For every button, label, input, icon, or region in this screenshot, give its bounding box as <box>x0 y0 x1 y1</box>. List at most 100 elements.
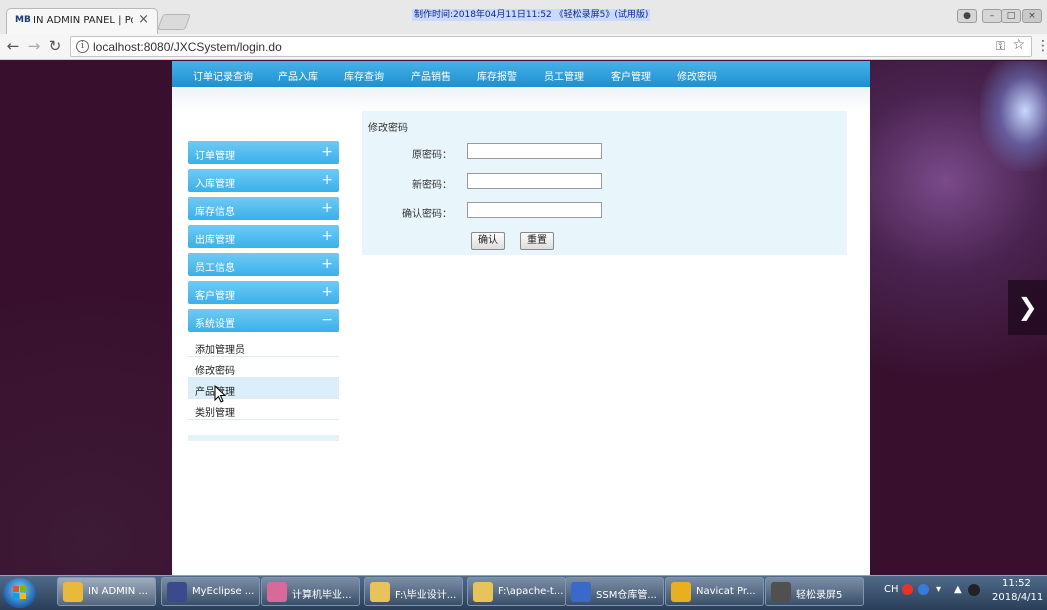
taskbar-task-button[interactable]: SSM仓库管... <box>565 577 664 606</box>
tab-title: IN ADMIN PANEL | Po <box>33 15 133 26</box>
topnav-product-inbound[interactable]: 产品入库 <box>278 68 318 83</box>
taskbar-task-label: F:\毕业设计... <box>395 590 457 601</box>
taskbar-task-button[interactable]: IN ADMIN ... <box>57 577 156 606</box>
sidebar-group-label: 订单管理 <box>195 151 235 162</box>
topnav-stock-alarm[interactable]: 库存报警 <box>477 68 517 83</box>
sidebar-group-label: 入库管理 <box>195 179 235 190</box>
topnav-product-sales[interactable]: 产品销售 <box>411 68 451 83</box>
sidebar-item-label: 类别管理 <box>195 408 235 419</box>
new-password-label: 新密码： <box>412 180 452 191</box>
kebab-menu-icon[interactable]: ⋮ <box>1036 38 1047 54</box>
reload-icon[interactable]: ↻ <box>46 37 64 55</box>
topnav-order-records[interactable]: 订单记录查询 <box>193 68 253 83</box>
taskbar-task-button[interactable]: F:\毕业设计... <box>364 577 463 606</box>
header-subband <box>172 87 870 113</box>
old-password-label: 原密码： <box>412 150 452 161</box>
confirm-button[interactable]: 确认 <box>471 232 505 250</box>
expand-plus-icon[interactable]: + <box>321 172 333 188</box>
expand-plus-icon[interactable]: + <box>321 284 333 300</box>
sidebar-group-stock[interactable]: 库存信息 + <box>188 197 339 220</box>
key-icon[interactable]: ⚿ <box>996 39 1005 54</box>
tab-close-icon[interactable]: × <box>138 12 149 27</box>
topnav-customer-manage[interactable]: 客户管理 <box>611 68 651 83</box>
sidebar-group-orders[interactable]: 订单管理 + <box>188 141 339 164</box>
confirm-password-field[interactable] <box>467 202 602 218</box>
qq-icon[interactable] <box>968 584 980 596</box>
sidebar-item-category-manage[interactable]: 类别管理 <box>188 399 339 420</box>
minimize-button[interactable]: – <box>982 9 1002 23</box>
sidebar-group-label: 系统设置 <box>195 319 235 330</box>
expand-plus-icon[interactable]: + <box>321 144 333 160</box>
browser-tabstrip: MB IN ADMIN PANEL | Po × 制作时间:2018年04月11… <box>0 0 1047 34</box>
sidebar-item-label: 修改密码 <box>195 366 235 377</box>
myeclipse-icon <box>167 582 187 602</box>
taskbar-task-label: 计算机毕业... <box>292 590 352 601</box>
old-password-field[interactable] <box>467 143 602 159</box>
sidebar-group-staff[interactable]: 员工信息 + <box>188 253 339 276</box>
sidebar-group-label: 出库管理 <box>195 235 235 246</box>
sidebar-group-inbound[interactable]: 入库管理 + <box>188 169 339 192</box>
taskbar-task-label: F:\apache-t... <box>498 586 564 597</box>
taskbar-task-button[interactable]: 计算机毕业... <box>261 577 360 606</box>
star-icon[interactable]: ☆ <box>1012 37 1025 53</box>
browser-tab[interactable]: MB IN ADMIN PANEL | Po × <box>6 8 158 34</box>
info-icon[interactable]: i <box>76 40 89 53</box>
new-tab-button[interactable] <box>157 14 191 30</box>
clock-date[interactable]: 2018/4/11 <box>992 592 1043 603</box>
page-viewport: 订单记录查询 产品入库 库存查询 产品销售 库存报警 员工管理 客户管理 修改密… <box>0 61 1047 575</box>
clock-time[interactable]: 11:52 <box>1002 578 1031 589</box>
confirm-password-label: 确认密码： <box>402 209 452 220</box>
user-profile-icon[interactable]: ● <box>957 9 977 23</box>
top-navigation: 订单记录查询 产品入库 库存查询 产品销售 库存报警 员工管理 客户管理 修改密… <box>172 61 870 87</box>
sidebar-group-label: 客户管理 <box>195 291 235 302</box>
taskbar-task-button[interactable]: 轻松录屏5 <box>765 577 864 606</box>
topnav-stock-query[interactable]: 库存查询 <box>344 68 384 83</box>
sidebar-item-add-admin[interactable]: 添加管理员 <box>188 336 339 357</box>
folder-icon <box>370 582 390 602</box>
chrome-icon <box>63 582 83 602</box>
maximize-button[interactable]: □ <box>1001 9 1021 23</box>
topnav-change-password[interactable]: 修改密码 <box>677 68 717 83</box>
forward-arrow-icon[interactable]: → <box>25 37 43 55</box>
url-text: localhost:8080/JXCSystem/login.do <box>93 40 282 54</box>
change-password-form: 修改密码 原密码： 新密码： 确认密码： 确认 重置 <box>362 111 847 255</box>
browser-toolbar: ← → ↻ i localhost:8080/JXCSystem/login.d… <box>0 34 1047 60</box>
sidebar-group-settings[interactable]: 系统设置 − <box>188 309 339 332</box>
expand-plus-icon[interactable]: + <box>321 228 333 244</box>
taskbar-task-label: 轻松录屏5 <box>796 590 843 601</box>
taskbar-task-button[interactable]: Navicat Pr... <box>665 577 764 606</box>
sidebar-item-label: 添加管理员 <box>195 345 245 356</box>
background-glow <box>980 61 1047 171</box>
sidebar-item-product-manage[interactable]: 产品管理 <box>188 378 339 399</box>
collapse-minus-icon[interactable]: − <box>321 312 333 328</box>
sogou-icon[interactable] <box>902 584 913 595</box>
reset-button[interactable]: 重置 <box>520 232 554 250</box>
tray-expand-icon[interactable]: ▲ <box>954 584 962 595</box>
network-icon[interactable]: ▾ <box>936 584 941 595</box>
folder-icon <box>473 582 493 602</box>
taskbar-task-label: Navicat Pr... <box>696 586 756 597</box>
taskbar-task-label: IN ADMIN ... <box>88 586 148 597</box>
word-document-icon <box>571 582 591 602</box>
sidebar-item-change-password[interactable]: 修改密码 <box>188 357 339 378</box>
address-bar[interactable]: i localhost:8080/JXCSystem/login.do ⚿ ☆ <box>70 36 1032 57</box>
close-window-button[interactable]: × <box>1022 9 1042 23</box>
sidebar-group-customers[interactable]: 客户管理 + <box>188 281 339 304</box>
ime-indicator[interactable]: CH <box>884 584 899 595</box>
sidebar-group-label: 员工信息 <box>195 263 235 274</box>
new-password-field[interactable] <box>467 173 602 189</box>
screen-recorder-icon <box>771 582 791 602</box>
sidebar-group-label: 库存信息 <box>195 207 235 218</box>
taskbar-task-button[interactable]: MyEclipse ... <box>161 577 260 606</box>
topnav-staff-manage[interactable]: 员工管理 <box>544 68 584 83</box>
help-icon[interactable] <box>918 584 929 595</box>
windows-logo-icon <box>13 586 26 599</box>
chevron-right-icon[interactable]: ❯ <box>1008 280 1047 335</box>
back-arrow-icon[interactable]: ← <box>4 37 22 55</box>
taskbar-task-button[interactable]: F:\apache-t... <box>467 577 566 606</box>
expand-plus-icon[interactable]: + <box>321 200 333 216</box>
expand-plus-icon[interactable]: + <box>321 256 333 272</box>
start-button[interactable] <box>3 578 36 608</box>
chat-app-icon <box>267 582 287 602</box>
sidebar-group-outbound[interactable]: 出库管理 + <box>188 225 339 248</box>
